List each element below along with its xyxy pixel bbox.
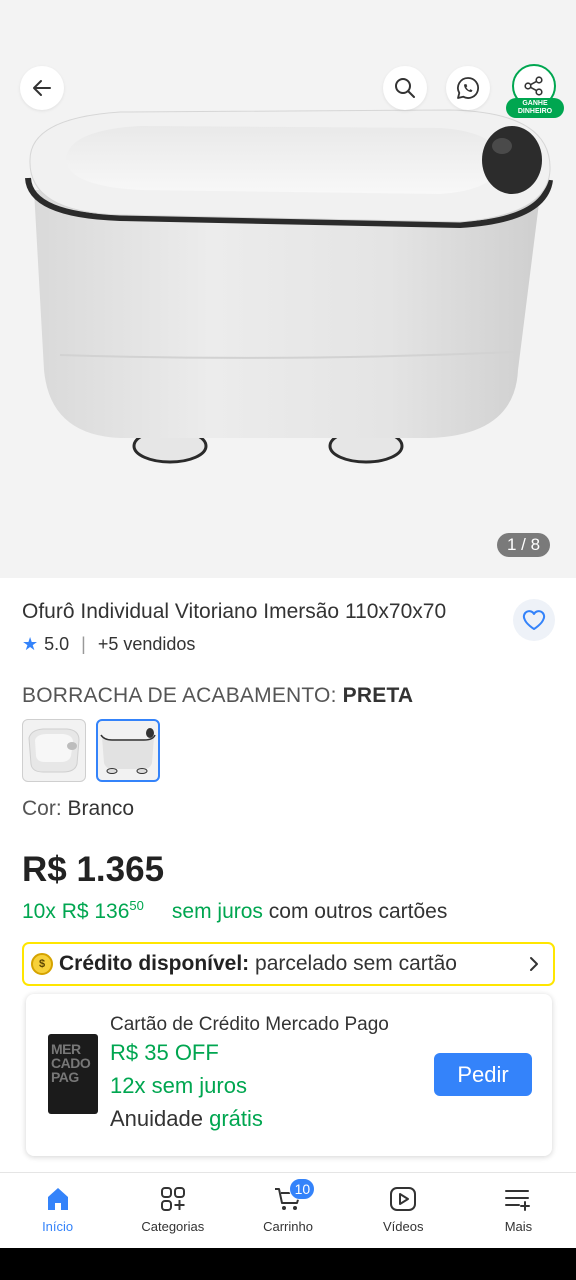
- nav-item-home[interactable]: Início: [0, 1173, 115, 1248]
- search-icon: [395, 78, 415, 98]
- offer-annual-fee: Anuidade grátis: [110, 1106, 263, 1132]
- product-price: R$ 1.365: [22, 850, 165, 889]
- rating-row[interactable]: ★ 5.0 | +5 vendidos: [22, 634, 195, 655]
- variant-label: BORRACHA DE ACABAMENTO: PRETA: [22, 684, 413, 708]
- installment-amount: 10x R$ 136: [22, 900, 130, 923]
- card-text-line: MER: [51, 1041, 81, 1057]
- search-button[interactable]: [383, 66, 427, 110]
- card-text-line: PAG: [51, 1069, 79, 1085]
- video-play-icon: [390, 1187, 417, 1211]
- menu-more-icon: [505, 1190, 531, 1211]
- favorite-button[interactable]: [513, 599, 555, 641]
- cart-count-badge: 10: [289, 1178, 316, 1200]
- home-icon: [47, 1188, 68, 1210]
- offer-installments: 12x sem juros: [110, 1073, 247, 1098]
- earn-money-badge: GANHE DINHEIRO: [506, 98, 564, 118]
- card-text-line: CADO: [51, 1055, 91, 1071]
- chevron-right-icon: [530, 957, 538, 971]
- arrow-left-icon: [33, 80, 51, 96]
- credit-description: parcelado sem cartão: [255, 952, 457, 975]
- nav-label: Categorias: [141, 1219, 205, 1234]
- color-label-text: Cor:: [22, 797, 62, 820]
- share-earn-button[interactable]: GANHE DINHEIRO: [506, 62, 564, 122]
- variant-option-black[interactable]: [96, 719, 160, 782]
- color-value: Branco: [67, 797, 135, 820]
- rating-separator: |: [81, 634, 86, 654]
- nav-item-cart[interactable]: 10 Carrinho: [230, 1173, 345, 1248]
- offer-title: Cartão de Crédito Mercado Pago: [110, 1014, 389, 1035]
- categories-icon: [160, 1187, 185, 1211]
- coin-icon: $: [31, 953, 53, 975]
- share-icon: [524, 76, 543, 96]
- nav-label: Mais: [504, 1219, 533, 1234]
- sold-count: +5 vendidos: [97, 634, 196, 654]
- request-card-button[interactable]: Pedir: [434, 1053, 532, 1096]
- mercado-pago-card-image: MER CADO PAG: [48, 1034, 98, 1114]
- nav-item-videos[interactable]: Vídeos: [346, 1173, 461, 1248]
- credit-card-offer[interactable]: MER CADO PAG Cartão de Crédito Mercado P…: [26, 994, 552, 1156]
- color-label: Cor: Branco: [22, 797, 134, 821]
- variant-option-white[interactable]: [22, 719, 86, 782]
- fee-value: grátis: [209, 1106, 263, 1131]
- bottom-navigation: Início Categorias 10 Carrinho Vídeos Mai…: [0, 1172, 576, 1248]
- image-counter: 1 / 8: [497, 533, 551, 557]
- variant-selected-value: PRETA: [342, 684, 414, 707]
- fee-label: Anuidade: [110, 1106, 203, 1131]
- whatsapp-share-button[interactable]: [446, 66, 490, 110]
- product-title: Ofurô Individual Vitoriano Imersão 110x7…: [22, 600, 447, 623]
- variant-thumbnail-image: [100, 727, 156, 774]
- credit-text: Crédito disponível: parcelado sem cartão: [59, 952, 457, 976]
- back-button[interactable]: [20, 66, 64, 110]
- nav-label: Vídeos: [382, 1219, 424, 1234]
- system-navigation-bar: [0, 1248, 576, 1280]
- installments-info[interactable]: 10x R$ 13650 sem juros com outros cartões: [22, 898, 447, 924]
- variant-label-text: BORRACHA DE ACABAMENTO:: [22, 684, 337, 707]
- other-cards-label: com outros cartões: [268, 900, 448, 923]
- nav-label: Carrinho: [263, 1219, 313, 1234]
- credit-label: Crédito disponível:: [59, 952, 250, 975]
- nav-item-categories[interactable]: Categorias: [115, 1173, 230, 1248]
- available-credit-banner[interactable]: $ Crédito disponível: parcelado sem cart…: [22, 942, 555, 986]
- no-interest-label: sem juros: [171, 900, 263, 923]
- product-image-gallery[interactable]: GANHE DINHEIRO 1 / 8: [0, 0, 576, 578]
- heart-icon: [522, 610, 546, 630]
- variant-thumbnail-image: [28, 728, 80, 773]
- rating-value: 5.0: [44, 634, 70, 654]
- nav-label: Início: [42, 1219, 74, 1234]
- nav-item-more[interactable]: Mais: [461, 1173, 576, 1248]
- whatsapp-icon: [457, 77, 480, 99]
- offer-discount: R$ 35 OFF: [110, 1040, 219, 1065]
- installment-cents: 50: [129, 898, 144, 913]
- star-icon: ★: [22, 634, 39, 654]
